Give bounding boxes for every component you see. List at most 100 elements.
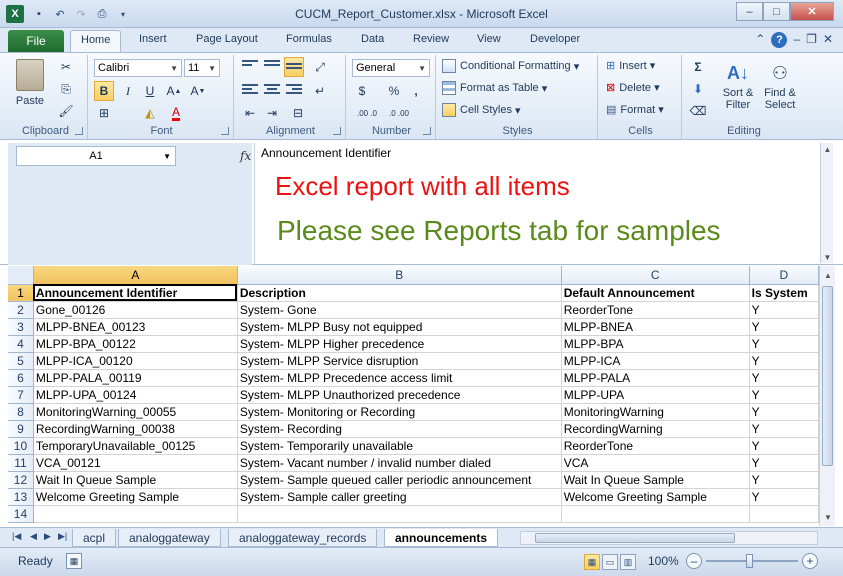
cell[interactable]: Is System bbox=[749, 284, 819, 302]
tab-insert[interactable]: Insert bbox=[139, 33, 167, 45]
cell[interactable]: Y bbox=[749, 403, 819, 421]
horizontal-scrollbar[interactable] bbox=[520, 531, 818, 545]
cell[interactable]: Description bbox=[237, 284, 562, 302]
formula-bar-scrollbar[interactable]: ▲ ▼ bbox=[820, 143, 833, 263]
number-launcher-icon[interactable] bbox=[423, 127, 431, 135]
sheet-tab-analoggateway[interactable]: analoggateway bbox=[118, 529, 221, 547]
delete-cells-button[interactable]: ⊠ Delete ▾ bbox=[606, 81, 660, 95]
align-bottom-icon[interactable] bbox=[284, 57, 304, 77]
horizontal-scroll-thumb[interactable] bbox=[535, 533, 735, 543]
bold-button[interactable]: B bbox=[94, 81, 114, 101]
font-name-select[interactable]: Calibri ▼ bbox=[94, 59, 182, 77]
first-sheet-icon[interactable]: |◀ bbox=[12, 531, 21, 542]
cell-styles-button[interactable]: Cell Styles ▾ bbox=[442, 103, 521, 117]
cell[interactable]: Y bbox=[749, 352, 819, 370]
cell[interactable]: Y bbox=[749, 488, 819, 506]
cell[interactable] bbox=[237, 505, 562, 523]
cell[interactable]: System- Sample queued caller periodic an… bbox=[237, 471, 562, 489]
scroll-up-icon[interactable]: ▲ bbox=[820, 268, 836, 282]
vertical-scrollbar[interactable]: ▲ ▼ bbox=[819, 266, 835, 526]
cut-icon[interactable]: ✂ bbox=[56, 57, 76, 77]
cell[interactable]: Y bbox=[749, 471, 819, 489]
minimize-icon[interactable]: – bbox=[736, 2, 763, 21]
underline-button[interactable]: U bbox=[140, 81, 160, 101]
conditional-formatting-button[interactable]: Conditional Formatting ▾ bbox=[442, 59, 579, 73]
cell[interactable]: MLPP-PALA bbox=[561, 369, 750, 387]
alignment-launcher-icon[interactable] bbox=[333, 127, 341, 135]
column-header-c[interactable]: C bbox=[561, 266, 750, 285]
orientation-icon[interactable]: ⤢ bbox=[310, 57, 330, 77]
row-header[interactable]: 4 bbox=[8, 335, 34, 353]
cell[interactable]: System- Gone bbox=[237, 301, 562, 319]
tab-page-layout[interactable]: Page Layout bbox=[196, 33, 258, 45]
increase-indent-icon[interactable]: ⇥ bbox=[262, 103, 282, 123]
cell[interactable]: Welcome Greeting Sample bbox=[33, 488, 238, 506]
tab-file[interactable]: File bbox=[8, 30, 64, 52]
doc-close-icon[interactable]: ✕ bbox=[823, 32, 833, 48]
format-painter-icon[interactable]: 🖌 bbox=[56, 101, 76, 121]
cell[interactable]: System- Recording bbox=[237, 420, 562, 438]
align-top-icon[interactable] bbox=[240, 57, 260, 77]
select-all-corner[interactable] bbox=[8, 266, 34, 285]
zoom-out-icon[interactable]: – bbox=[686, 553, 702, 569]
clear-icon[interactable]: ⌫ bbox=[688, 101, 708, 121]
format-as-table-button[interactable]: Format as Table ▾ bbox=[442, 81, 547, 95]
cell[interactable]: System- Vacant number / invalid number d… bbox=[237, 454, 562, 472]
scroll-up-icon[interactable]: ▲ bbox=[821, 143, 834, 155]
cell[interactable]: MLPP-ICA_00120 bbox=[33, 352, 238, 370]
merge-center-icon[interactable]: ⊟ bbox=[288, 103, 308, 123]
row-header[interactable]: 13 bbox=[8, 488, 34, 506]
cell[interactable]: MLPP-BPA_00122 bbox=[33, 335, 238, 353]
row-header[interactable]: 1 bbox=[8, 284, 34, 302]
align-right-icon[interactable] bbox=[284, 81, 304, 101]
zoom-level[interactable]: 100% bbox=[648, 554, 679, 568]
autosum-icon[interactable]: Σ bbox=[688, 57, 708, 77]
row-header[interactable]: 9 bbox=[8, 420, 34, 438]
tab-developer[interactable]: Developer bbox=[530, 33, 580, 45]
decrease-indent-icon[interactable]: ⇤ bbox=[240, 103, 260, 123]
clipboard-launcher-icon[interactable] bbox=[75, 127, 83, 135]
align-middle-icon[interactable] bbox=[262, 57, 282, 77]
minimize-ribbon-icon[interactable]: ⌃ bbox=[755, 32, 765, 48]
sheet-tab-announcements[interactable]: announcements bbox=[384, 529, 499, 547]
cell[interactable]: Y bbox=[749, 301, 819, 319]
cell[interactable]: System- MLPP Unauthorized precedence bbox=[237, 386, 562, 404]
column-header-d[interactable]: D bbox=[749, 266, 819, 285]
formula-input[interactable]: Announcement Identifier Excel report wit… bbox=[254, 143, 820, 265]
comma-button[interactable]: , bbox=[406, 81, 426, 101]
tab-view[interactable]: View bbox=[477, 33, 501, 45]
column-header-b[interactable]: B bbox=[237, 266, 562, 285]
wrap-text-icon[interactable]: ↵ bbox=[310, 81, 330, 101]
cell[interactable]: System- Sample caller greeting bbox=[237, 488, 562, 506]
insert-cells-button[interactable]: ⊞ Insert ▾ bbox=[606, 59, 655, 73]
cell[interactable]: Announcement Identifier bbox=[33, 284, 238, 302]
tab-data[interactable]: Data bbox=[361, 33, 384, 45]
cell[interactable]: Y bbox=[749, 386, 819, 404]
cell[interactable]: TemporaryUnavailable_00125 bbox=[33, 437, 238, 455]
vertical-scroll-thumb[interactable] bbox=[822, 286, 833, 466]
last-sheet-icon[interactable]: ▶| bbox=[58, 531, 67, 542]
tab-home[interactable]: Home bbox=[70, 30, 122, 52]
cell[interactable]: MLPP-BNEA bbox=[561, 318, 750, 336]
cell[interactable]: Wait In Queue Sample bbox=[33, 471, 238, 489]
doc-restore-icon[interactable]: ❐ bbox=[806, 32, 817, 48]
cell[interactable]: System- MLPP Precedence access limit bbox=[237, 369, 562, 387]
cell[interactable]: RecordingWarning bbox=[561, 420, 750, 438]
align-center-icon[interactable] bbox=[262, 81, 282, 101]
cell[interactable]: System- Temporarily unavailable bbox=[237, 437, 562, 455]
row-header[interactable]: 12 bbox=[8, 471, 34, 489]
cell[interactable]: MLPP-UPA bbox=[561, 386, 750, 404]
cell[interactable]: MLPP-BNEA_00123 bbox=[33, 318, 238, 336]
fill-icon[interactable]: ⬇ bbox=[688, 79, 708, 99]
cell[interactable]: Welcome Greeting Sample bbox=[561, 488, 750, 506]
column-header-a[interactable]: A bbox=[33, 266, 238, 285]
cell[interactable]: System- Monitoring or Recording bbox=[237, 403, 562, 421]
row-header[interactable]: 8 bbox=[8, 403, 34, 421]
font-launcher-icon[interactable] bbox=[221, 127, 229, 135]
name-box[interactable]: A1 ▼ bbox=[16, 146, 176, 166]
increase-decimal-button[interactable]: .00 .0 bbox=[352, 103, 382, 123]
close-icon[interactable]: ✕ bbox=[790, 2, 834, 21]
font-color-icon[interactable]: A bbox=[166, 103, 186, 123]
percent-button[interactable]: % bbox=[384, 81, 404, 101]
cell[interactable]: Y bbox=[749, 369, 819, 387]
